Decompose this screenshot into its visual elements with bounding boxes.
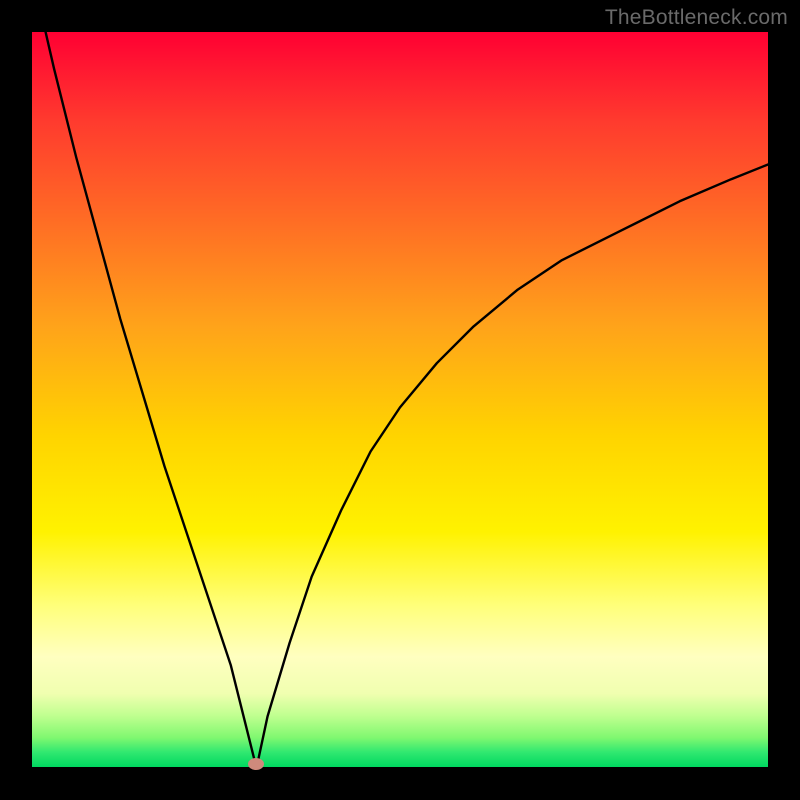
chart-frame: TheBottleneck.com [0, 0, 800, 800]
watermark-text: TheBottleneck.com [605, 6, 788, 30]
bottleneck-curve [32, 32, 768, 768]
minimum-marker-dot [248, 758, 264, 770]
plot-area [32, 32, 768, 767]
